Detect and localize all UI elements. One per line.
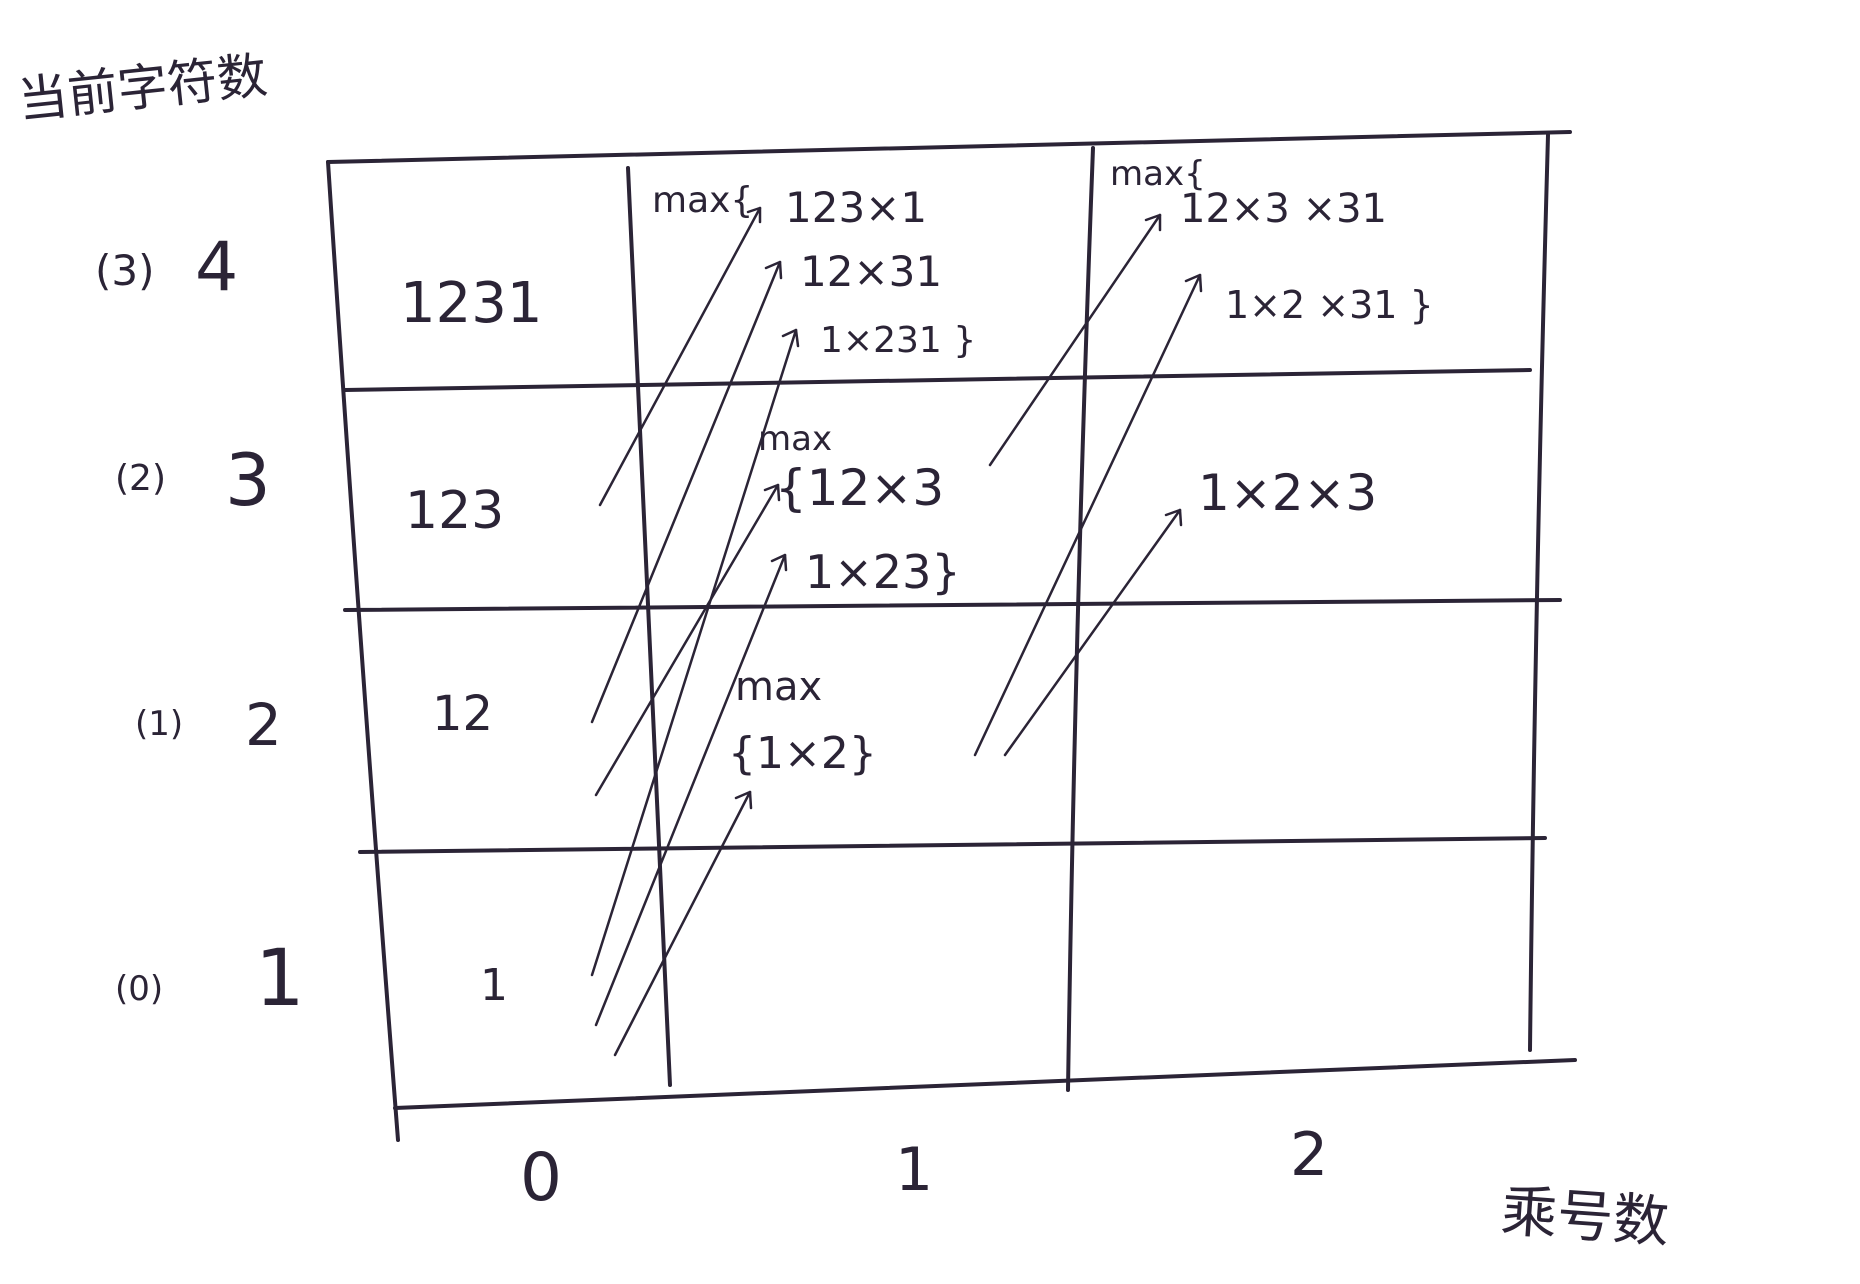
cell-r2c1-option-2: 1×23} bbox=[805, 545, 961, 599]
row-labels: (3) 4 (2) 3 (1) 2 (0) 1 bbox=[95, 228, 305, 1024]
column-1-values: max{ 123×1 12×31 1×231 } max {12×3 1×23}… bbox=[652, 180, 976, 779]
cell-r3c0: 1231 bbox=[400, 271, 543, 336]
dp-table-diagram: 当前字符数 乘号数 (3) 4 (2) 3 (1) 2 (0) 1 1231 1… bbox=[15, 46, 1671, 1256]
column-2-values: max{ 12×3 ×31 1×2 ×31 } 1×2×3 bbox=[1110, 154, 1434, 522]
cell-r2c1-option-1: {12×3 bbox=[775, 459, 944, 517]
cell-r3c1-option-1: 123×1 bbox=[785, 183, 927, 232]
cell-r3c2-option-1: 12×3 ×31 bbox=[1180, 186, 1387, 232]
cell-r1c1-max: max bbox=[735, 664, 822, 710]
grid-line-row3-2 bbox=[343, 368, 1532, 392]
cell-r1c0: 12 bbox=[432, 686, 493, 742]
row-index-2: (2) bbox=[115, 458, 166, 499]
cell-r1c1-option-1: {1×2} bbox=[728, 728, 877, 779]
grid-col-0-1 bbox=[626, 166, 672, 1087]
row-chars-1: 2 bbox=[245, 691, 282, 759]
arrow-r2c1-to-r3c2 bbox=[988, 213, 1162, 467]
column-0-values: 1231 123 12 1 bbox=[400, 271, 543, 1011]
arrow-r0c0-to-r2c1 bbox=[594, 553, 787, 1027]
cell-r2c0: 123 bbox=[405, 481, 504, 541]
y-axis-title: 当前字符数 bbox=[15, 46, 270, 130]
x-tick-1: 1 bbox=[895, 1135, 933, 1205]
row-chars-2: 3 bbox=[225, 438, 271, 522]
cell-r3c1-option-2: 12×31 bbox=[800, 247, 942, 296]
arrow-r1c0-to-r3c1 bbox=[590, 260, 782, 724]
cell-r0c0: 1 bbox=[480, 960, 508, 1011]
row-chars-3: 4 bbox=[195, 228, 238, 307]
grid-right-line bbox=[1528, 133, 1550, 1052]
grid-left-line bbox=[326, 160, 400, 1142]
arrow-r2c0-to-r3c1 bbox=[598, 206, 762, 507]
grid-bottom-line bbox=[393, 1058, 1577, 1110]
cell-r3c1-option-3: 1×231 } bbox=[820, 320, 976, 361]
x-tick-2: 2 bbox=[1290, 1120, 1328, 1190]
row-index-0: (0) bbox=[115, 969, 163, 1009]
grid-line-row1-0 bbox=[358, 836, 1547, 854]
row-chars-0: 1 bbox=[255, 934, 305, 1024]
x-axis-title: 乘号数 bbox=[1499, 1179, 1671, 1256]
row-index-1: (1) bbox=[135, 704, 183, 744]
cell-r2c1-max: max bbox=[758, 419, 832, 459]
arrow-r0c0-to-r1c1 bbox=[613, 790, 752, 1057]
x-tick-0: 0 bbox=[520, 1139, 562, 1216]
row-index-3: (3) bbox=[95, 246, 155, 295]
cell-r2c2-option-1: 1×2×3 bbox=[1198, 464, 1377, 522]
whiteboard-canvas: 当前字符数 乘号数 (3) 4 (2) 3 (1) 2 (0) 1 1231 1… bbox=[0, 0, 1860, 1284]
grid-line-row2-1 bbox=[343, 598, 1562, 612]
cell-r3c1-max: max{ bbox=[652, 180, 753, 221]
arrow-r0c0-to-r3c1 bbox=[590, 328, 798, 977]
cell-r3c2-option-2: 1×2 ×31 } bbox=[1225, 283, 1434, 327]
grid-top-line bbox=[326, 130, 1572, 164]
grid-col-1-2 bbox=[1066, 146, 1095, 1092]
